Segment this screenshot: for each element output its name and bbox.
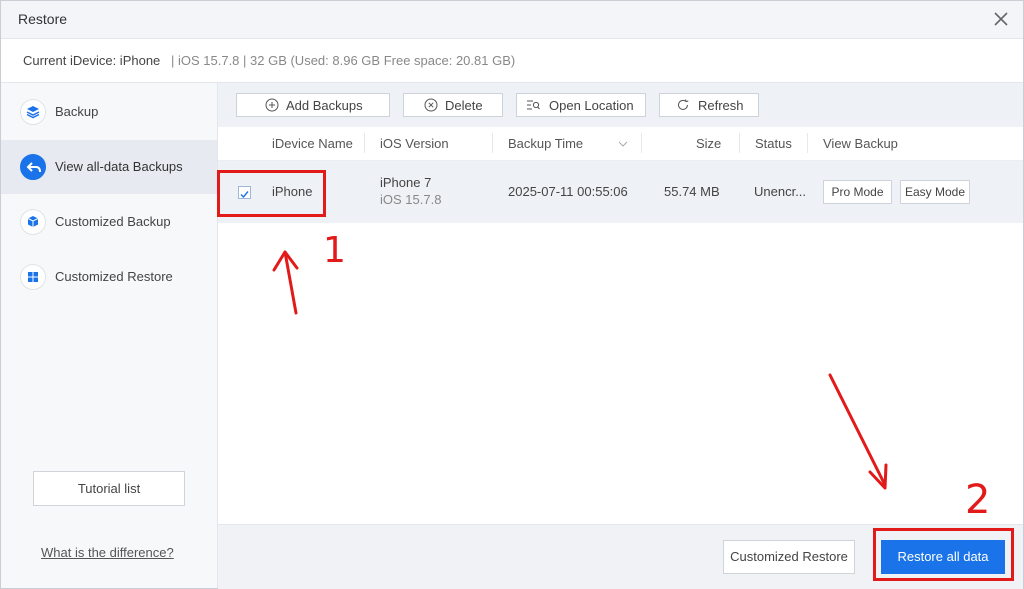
annotation-step-2: 2	[965, 477, 990, 523]
annotation-arrows: 1 2	[272, 230, 990, 523]
annotation-step-1: 1	[323, 230, 346, 271]
annotation-arrow-icon	[828, 373, 887, 487]
